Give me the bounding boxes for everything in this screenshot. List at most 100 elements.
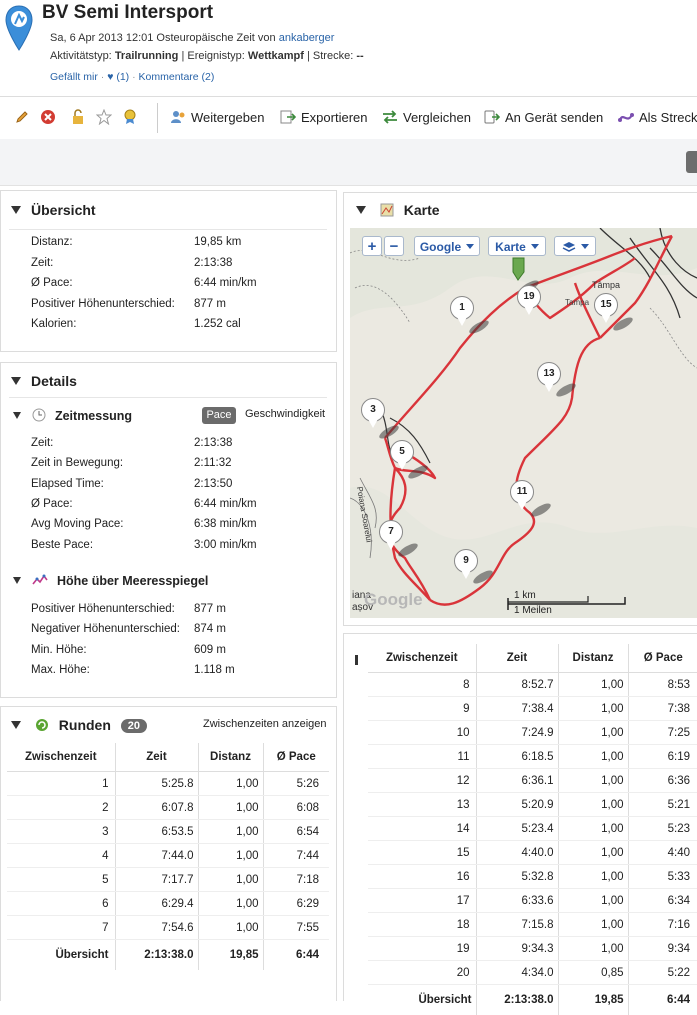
stat-value: 6:44 min/km: [194, 498, 257, 510]
lap-marker-19[interactable]: 19: [517, 285, 541, 309]
show-splits-link[interactable]: Zwischenzeiten anzeigen: [203, 718, 327, 730]
layers-select[interactable]: [554, 236, 596, 256]
lap-marker-15[interactable]: 15: [594, 293, 618, 317]
lap-marker-5[interactable]: 5: [390, 440, 414, 464]
compare-button[interactable]: Vergleichen: [382, 110, 471, 125]
speed-toggle[interactable]: Geschwindigkeit: [245, 408, 325, 420]
favorite-star-icon[interactable]: [96, 109, 112, 125]
lap-distance: 1,00: [558, 913, 628, 937]
lap-row[interactable]: 15:25.81,005:26: [7, 772, 329, 796]
route-icon: [618, 110, 634, 124]
lap-row[interactable]: 176:33.61,006:34: [368, 889, 697, 913]
comments-link[interactable]: Kommentare (2): [139, 71, 215, 83]
lap-distance: 1,00: [558, 937, 628, 961]
lap-row[interactable]: 66:29.41,006:29: [7, 892, 329, 916]
export-button[interactable]: Exportieren: [280, 110, 367, 125]
lap-pace: 5:33: [628, 865, 697, 889]
send-to-device-button[interactable]: An Gerät senden: [484, 110, 603, 125]
laps-panel: Runden 20 Zwischenzeiten anzeigen Zwisch…: [0, 706, 337, 1001]
col-split[interactable]: Zwischenzeit: [368, 644, 476, 673]
lap-row[interactable]: 154:40.01,004:40: [368, 841, 697, 865]
award-badge-icon[interactable]: [122, 109, 138, 125]
lap-row[interactable]: 116:18.51,006:19: [368, 745, 697, 769]
lap-row[interactable]: 204:34.00,855:22: [368, 961, 697, 985]
col-pace[interactable]: Ø Pace: [263, 743, 329, 772]
lap-row[interactable]: 199:34.31,009:34: [368, 937, 697, 961]
col-time[interactable]: Zeit: [476, 644, 558, 673]
details-header[interactable]: Details: [11, 373, 77, 389]
lap-pace: 5:22: [628, 961, 697, 985]
laps-header-row: Zwischenzeit Zeit Distanz Ø Pace: [7, 743, 329, 772]
lap-pace: 6:08: [263, 796, 329, 820]
col-pace[interactable]: Ø Pace: [628, 644, 697, 673]
elevation-section-header[interactable]: Höhe über Meeresspiegel: [13, 574, 208, 588]
edit-pencil-icon[interactable]: [14, 109, 30, 125]
map-type-select[interactable]: Karte: [488, 236, 546, 256]
map-provider-select[interactable]: Google: [414, 236, 480, 256]
lap-time: 5:32.8: [476, 865, 558, 889]
lap-row[interactable]: 57:17.71,007:18: [7, 868, 329, 892]
lap-marker-13[interactable]: 13: [537, 362, 561, 386]
toolbar-divider: [157, 103, 158, 133]
zoom-in-button[interactable]: +: [362, 236, 382, 256]
route-map[interactable]: 1 3 5 7 9 11 13 15 19 Tampa Tâmpa Poiana…: [350, 228, 697, 618]
col-distance[interactable]: Distanz: [558, 644, 628, 673]
lap-distance: 1,00: [558, 793, 628, 817]
col-split[interactable]: Zwischenzeit: [7, 743, 115, 772]
laps-body: 15:25.81,005:2626:07.81,006:0836:53.51,0…: [7, 772, 329, 940]
lap-marker-3[interactable]: 3: [361, 398, 385, 422]
route-value: --: [356, 50, 363, 62]
lap-row[interactable]: 145:23.41,005:23: [368, 817, 697, 841]
zoom-out-button[interactable]: −: [384, 236, 404, 256]
lap-row[interactable]: 187:15.81,007:16: [368, 913, 697, 937]
strip-handle[interactable]: [686, 151, 697, 173]
map-header[interactable]: Karte: [356, 202, 440, 218]
lap-marker-1[interactable]: 1: [450, 296, 474, 320]
lap-row[interactable]: 135:20.91,005:21: [368, 793, 697, 817]
laps-table: Zwischenzeit Zeit Distanz Ø Pace 15:25.8…: [7, 743, 329, 970]
lap-row[interactable]: 36:53.51,006:54: [7, 820, 329, 844]
stat-value: 609 m: [194, 644, 226, 656]
details-panel: Details Zeitmessung Pace Geschwindigkeit…: [0, 362, 337, 698]
stat-label: Zeit:: [31, 437, 53, 449]
lap-time: 4:34.0: [476, 961, 558, 985]
lap-marker-7[interactable]: 7: [379, 520, 403, 544]
lap-row[interactable]: 77:54.61,007:55: [7, 916, 329, 940]
like-count[interactable]: ♥ (1): [107, 71, 129, 83]
lap-row[interactable]: 126:36.11,006:36: [368, 769, 697, 793]
stat-value: 877 m: [194, 603, 226, 615]
save-as-route-button[interactable]: Als Strecke: [618, 110, 697, 125]
lap-distance: 1,00: [558, 697, 628, 721]
lap-pace: 7:44: [263, 844, 329, 868]
collapse-handle-icon[interactable]: [355, 655, 358, 665]
pace-toggle[interactable]: Pace: [202, 407, 236, 424]
like-link[interactable]: Gefällt mir: [50, 71, 98, 83]
author-link[interactable]: ankaberger: [279, 32, 335, 44]
lock-icon[interactable]: [70, 109, 86, 125]
elevation-title: Höhe über Meeresspiegel: [57, 574, 208, 588]
lap-row[interactable]: 88:52.71,008:53: [368, 673, 697, 697]
delete-icon[interactable]: [40, 109, 56, 125]
share-button[interactable]: Weitergeben: [170, 110, 264, 125]
lap-row[interactable]: 107:24.91,007:25: [368, 721, 697, 745]
scale-miles-label: 1 Meilen: [514, 605, 552, 616]
col-distance[interactable]: Distanz: [198, 743, 263, 772]
lap-number: 1: [7, 772, 115, 796]
lap-marker-9[interactable]: 9: [454, 549, 478, 573]
lap-row[interactable]: 165:32.81,005:33: [368, 865, 697, 889]
overview-title: Übersicht: [31, 202, 96, 218]
overview-header[interactable]: Übersicht: [11, 202, 96, 218]
laps-header[interactable]: Runden 20: [11, 717, 147, 733]
lap-marker-11[interactable]: 11: [510, 480, 534, 504]
lap-row[interactable]: 97:38.41,007:38: [368, 697, 697, 721]
lap-row[interactable]: 26:07.81,006:08: [7, 796, 329, 820]
export-label: Exportieren: [301, 110, 367, 125]
chevron-down-icon: [581, 244, 589, 249]
total-time: 2:13:38.0: [115, 940, 198, 971]
lap-pace: 6:19: [628, 745, 697, 769]
timing-section-header[interactable]: Zeitmessung: [13, 408, 132, 423]
col-time[interactable]: Zeit: [115, 743, 198, 772]
activity-date-line: Sa, 6 Apr 2013 12:01 Osteuropäische Zeit…: [50, 32, 334, 44]
stat-label: Ø Pace:: [31, 498, 73, 510]
lap-row[interactable]: 47:44.01,007:44: [7, 844, 329, 868]
